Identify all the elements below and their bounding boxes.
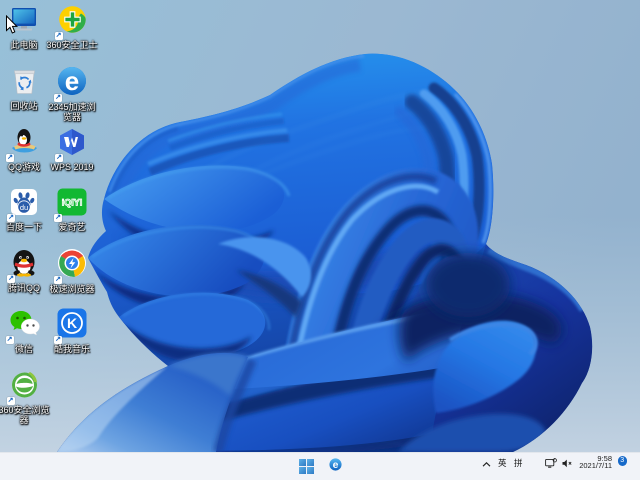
- svg-text:e: e: [65, 66, 79, 96]
- svg-text:K: K: [67, 315, 77, 331]
- svg-text:iQIYI: iQIYI: [62, 198, 83, 208]
- svg-text:du: du: [20, 203, 28, 212]
- svg-text:e: e: [333, 460, 339, 471]
